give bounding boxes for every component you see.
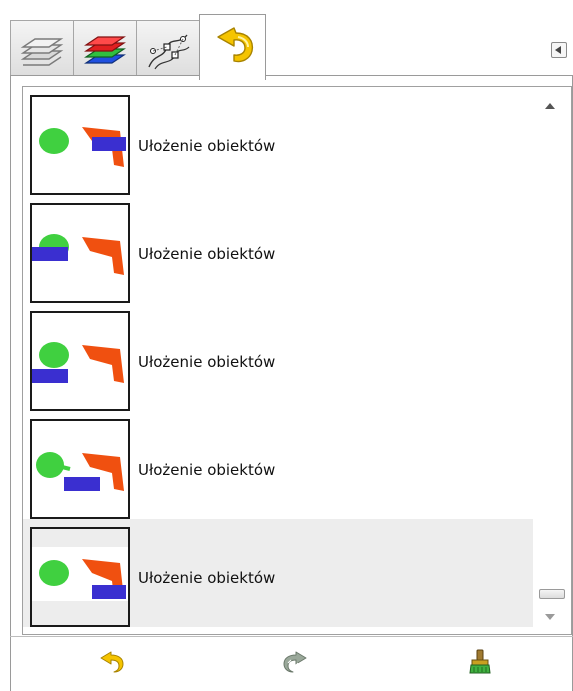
history-item-label: Ułożenie obiektów [138,569,276,587]
vertical-scrollbar[interactable] [533,87,571,634]
layers-icon [20,38,64,66]
clear-history-button[interactable] [466,648,494,676]
undo-history-icon [217,27,254,63]
dock-tab-bar [10,10,573,80]
redo-icon [283,651,307,673]
tab-channels[interactable] [73,20,137,76]
button-bar-divider [10,636,573,637]
frame-border-left [10,76,11,691]
redo-button[interactable] [282,648,310,676]
undo-history-list[interactable]: Ułożenie obiektów Ułożenie obiektów Ułoż… [22,86,572,635]
tab-layers[interactable] [10,20,74,76]
tab-menu-button[interactable] [551,42,567,58]
scrollbar-thumb[interactable] [539,589,565,599]
undo-button[interactable] [97,648,125,676]
history-item-selected[interactable]: Ułożenie obiektów [23,519,533,627]
history-item-label: Ułożenie obiektów [138,461,276,479]
history-item-label: Ułożenie obiektów [138,137,276,155]
history-item-label: Ułożenie obiektów [138,353,276,371]
tab-undo-history[interactable] [199,14,266,80]
scroll-up-arrow-icon[interactable] [545,103,555,109]
broom-icon [469,649,491,674]
history-thumbnail [30,95,130,195]
channels-icon [84,36,126,64]
history-item[interactable]: Ułożenie obiektów [23,195,533,303]
history-thumbnail [30,419,130,519]
history-item[interactable]: Ułożenie obiektów [23,303,533,411]
history-item[interactable]: Ułożenie obiektów [23,411,533,519]
tab-paths[interactable] [136,20,200,76]
paths-icon [148,34,190,70]
scroll-down-arrow-icon[interactable] [545,614,555,620]
history-thumbnail [30,203,130,303]
tab-bar-divider [10,75,573,76]
history-item[interactable]: Ułożenie obiektów [23,87,533,195]
history-item-label: Ułożenie obiektów [138,245,276,263]
undo-icon [100,651,124,673]
history-items: Ułożenie obiektów Ułożenie obiektów Ułoż… [23,87,533,634]
scrollbar-track[interactable] [538,123,566,603]
history-thumbnail [30,527,130,627]
undo-history-dialog: Ułożenie obiektów Ułożenie obiektów Ułoż… [0,0,573,691]
history-thumbnail [30,311,130,411]
